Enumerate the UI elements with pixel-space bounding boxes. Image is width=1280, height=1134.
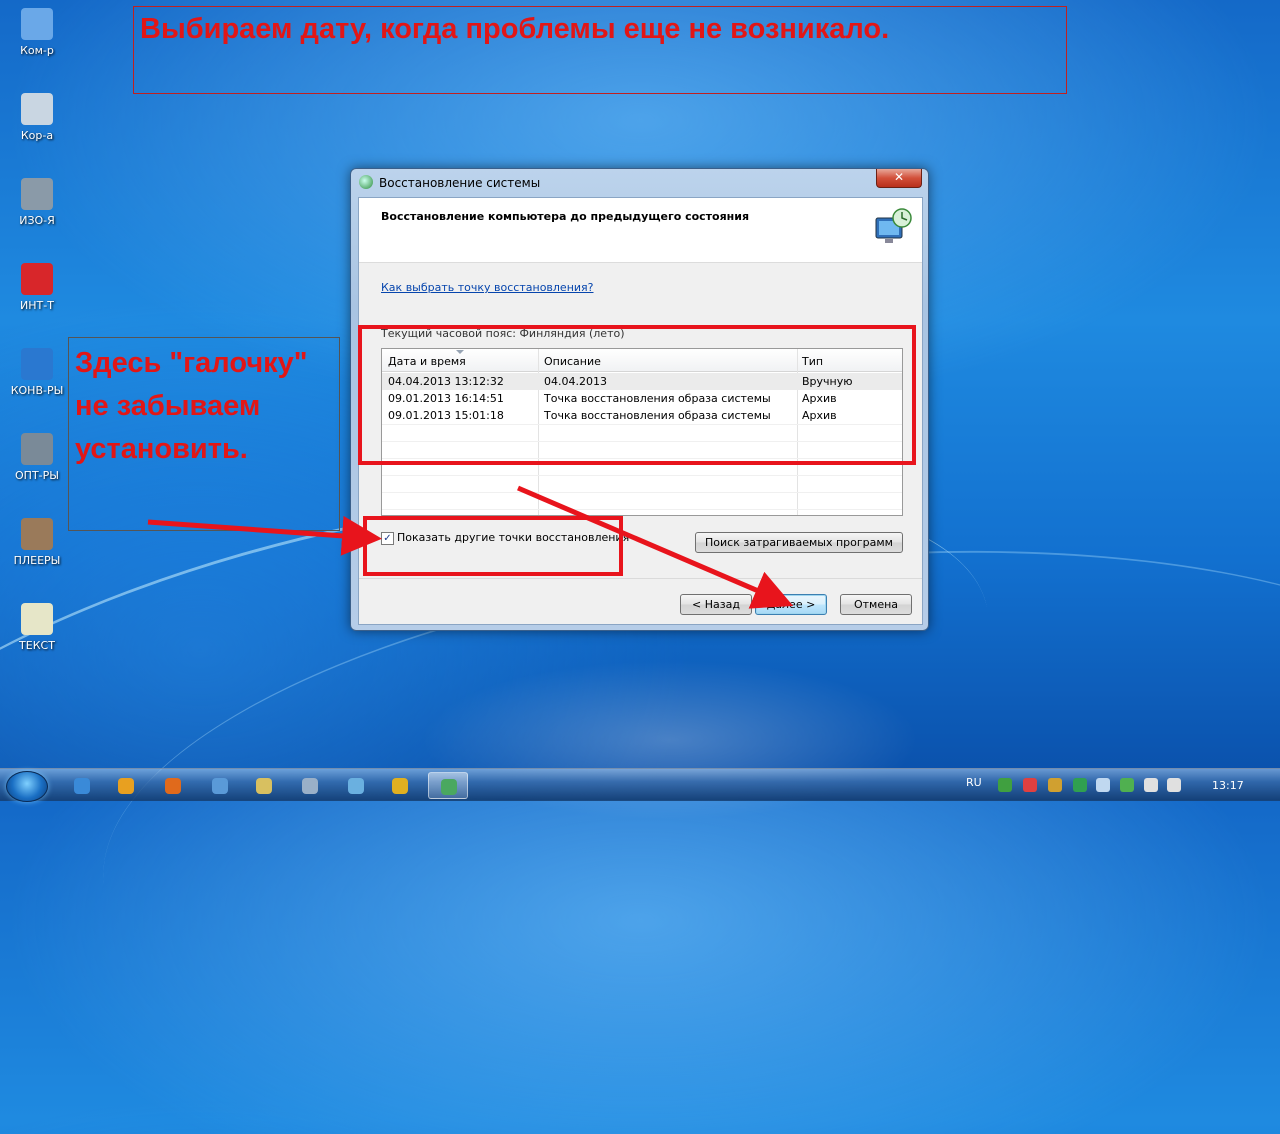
taskbar-button-4[interactable] <box>244 772 284 799</box>
start-button[interactable] <box>6 771 48 802</box>
firefox-icon <box>165 778 181 794</box>
chrome-icon <box>392 778 408 794</box>
tray-flag-icon[interactable] <box>1023 778 1037 792</box>
media-player-icon <box>74 778 90 794</box>
arrow-to-checkbox <box>147 515 382 556</box>
avast-icon <box>118 778 134 794</box>
remote-desktop-icon <box>212 778 228 794</box>
network-icon <box>348 778 364 794</box>
tray-update-icon[interactable] <box>1120 778 1134 792</box>
taskbar-button-7[interactable] <box>380 772 420 799</box>
monitor-icon <box>302 778 318 794</box>
volume-icon[interactable] <box>1167 778 1181 792</box>
taskbar-button-2[interactable] <box>153 772 193 799</box>
arrow-to-next <box>517 485 794 609</box>
tray-grid-icon[interactable] <box>1048 778 1062 792</box>
taskbar-button-3[interactable] <box>200 772 240 799</box>
taskbar-button-8[interactable] <box>428 772 468 799</box>
language-indicator[interactable]: RU <box>966 776 982 789</box>
tray-shield-icon[interactable] <box>1073 778 1087 792</box>
taskbar-button-6[interactable] <box>336 772 376 799</box>
system-restore-icon <box>441 779 457 795</box>
taskbar-button-5[interactable] <box>290 772 330 799</box>
tray-network-icon[interactable] <box>1144 778 1158 792</box>
annotation-arrows <box>147 485 794 609</box>
paint-icon <box>256 778 272 794</box>
taskbar-button-1[interactable] <box>106 772 146 799</box>
taskbar-button-0[interactable] <box>62 772 102 799</box>
clock[interactable]: 13:17 <box>1212 779 1244 792</box>
tray-app-icon[interactable] <box>998 778 1012 792</box>
tray-search-icon[interactable] <box>1096 778 1110 792</box>
